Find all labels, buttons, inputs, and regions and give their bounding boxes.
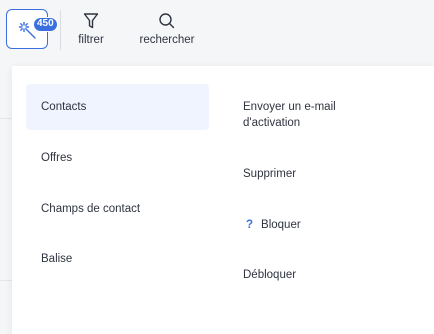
category-label: Champs de contact	[41, 203, 141, 215]
category-label: Offres	[41, 152, 73, 164]
toolbar-divider	[60, 10, 61, 50]
search-icon	[159, 13, 175, 29]
action-label: Débloquer	[243, 269, 297, 281]
category-balise[interactable]: Balise	[26, 236, 209, 282]
search-label: rechercher	[139, 34, 195, 46]
row-divider	[0, 118, 12, 119]
magic-wand-button[interactable]: 450	[6, 9, 58, 49]
page-background	[0, 62, 12, 334]
category-contacts[interactable]: Contacts	[26, 84, 209, 130]
filter-button[interactable]: filtrer	[66, 12, 116, 46]
row-divider	[0, 280, 12, 281]
help-icon: ?	[246, 219, 254, 231]
toolbar: 450 filtrer rechercher	[0, 0, 434, 62]
category-champs-de-contact[interactable]: Champs de contact	[26, 186, 209, 232]
action-delete[interactable]: Supprimer	[243, 166, 413, 182]
action-block[interactable]: ? Bloquer	[243, 217, 413, 233]
search-button[interactable]: rechercher	[132, 12, 202, 46]
filter-label: filtrer	[78, 34, 104, 46]
count-badge: 450	[33, 17, 58, 32]
bulk-actions-menu: Contacts Offres Champs de contact Balise…	[12, 66, 434, 334]
action-label: Envoyer un e-mail d'activation	[243, 101, 336, 129]
category-label: Balise	[41, 253, 73, 265]
action-unblock[interactable]: Débloquer	[243, 267, 413, 283]
category-offres[interactable]: Offres	[26, 135, 209, 181]
action-send-activation-email[interactable]: Envoyer un e-mail d'activation	[243, 99, 363, 131]
action-label: Supprimer	[243, 168, 297, 180]
category-label: Contacts	[41, 101, 87, 113]
filter-icon	[83, 13, 99, 29]
action-label: Bloquer	[261, 219, 301, 231]
